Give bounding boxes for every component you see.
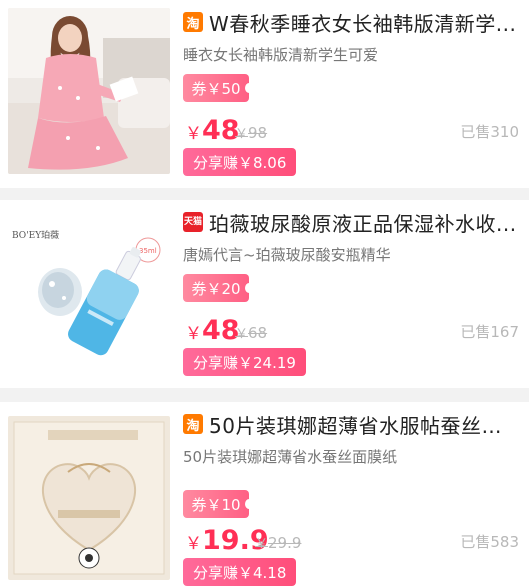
product-info: 天猫 珀薇玻尿酸原液正品保湿补水收... 唐嫣代言~珀薇玻尿酸安瓶精华 券￥20… <box>183 208 519 388</box>
price-value: 48 <box>202 115 240 146</box>
tmall-shop-icon: 天猫 <box>183 212 203 232</box>
current-price: ￥48 <box>185 315 240 346</box>
title-row: 淘 W春秋季睡衣女长袖韩版清新学... <box>183 8 519 36</box>
coupon-badge[interactable]: 券￥20 <box>183 274 253 302</box>
share-earn-button[interactable]: 分享赚￥8.06 <box>183 148 297 176</box>
title-row: 淘 50片装琪娜超薄省水服帖蚕丝面... <box>183 410 519 438</box>
original-currency: ￥ <box>235 327 249 342</box>
product-list: 淘 W春秋季睡衣女长袖韩版清新学... 睡衣女长袖韩版清新学生可爱 券￥50 ￥… <box>0 0 529 586</box>
original-currency: ￥ <box>255 537 269 552</box>
taobao-shop-icon: 淘 <box>183 12 203 32</box>
volume-badge-text: 35ml <box>139 247 157 255</box>
product-info: 淘 50片装琪娜超薄省水服帖蚕丝面... 50片装琪娜超薄省水蚕丝面膜纸 券￥1… <box>183 410 519 586</box>
title-row: 天猫 珀薇玻尿酸原液正品保湿补水收... <box>183 208 519 236</box>
price-currency: ￥ <box>185 324 202 344</box>
price-row: ￥48 ￥98 已售310 <box>183 112 519 148</box>
product-card[interactable]: 淘 W春秋季睡衣女长袖韩版清新学... 睡衣女长袖韩版清新学生可爱 券￥50 ￥… <box>0 0 529 188</box>
product-subtitle: 唐嫣代言~珀薇玻尿酸安瓶精华 <box>183 246 391 264</box>
sold-count: 已售583 <box>460 533 519 551</box>
product-title[interactable]: 50片装琪娜超薄省水服帖蚕丝面... <box>209 410 519 439</box>
current-price: ￥48 <box>185 115 240 146</box>
product-subtitle: 50片装琪娜超薄省水蚕丝面膜纸 <box>183 448 398 466</box>
original-currency: ￥ <box>235 127 249 142</box>
original-value: 68 <box>248 324 268 342</box>
original-value: 98 <box>248 124 268 142</box>
price-currency: ￥ <box>185 534 202 554</box>
taobao-shop-icon: 淘 <box>183 414 203 434</box>
original-price: ￥68 <box>235 323 267 342</box>
product-image-serum[interactable]: BO'EY珀薇 35ml <box>8 208 170 374</box>
product-image-pajamas[interactable] <box>8 8 170 174</box>
product-subtitle: 睡衣女长袖韩版清新学生可爱 <box>183 46 379 64</box>
product-info: 淘 W春秋季睡衣女长袖韩版清新学... 睡衣女长袖韩版清新学生可爱 券￥50 ￥… <box>183 8 519 188</box>
coupon-badge[interactable]: 券￥50 <box>183 74 253 102</box>
product-title[interactable]: W春秋季睡衣女长袖韩版清新学... <box>209 8 516 37</box>
product-card[interactable]: 淘 50片装琪娜超薄省水服帖蚕丝面... 50片装琪娜超薄省水蚕丝面膜纸 券￥1… <box>0 402 529 586</box>
original-price: ￥98 <box>235 123 267 142</box>
price-value: 48 <box>202 315 240 346</box>
price-row: ￥48 ￥68 已售167 <box>183 312 519 348</box>
product-image-face-mask[interactable] <box>8 416 170 580</box>
sold-count: 已售310 <box>460 123 519 141</box>
product-card[interactable]: BO'EY珀薇 35ml 天猫 珀薇玻尿酸原液正品保湿补水收... 唐嫣代言~珀… <box>0 200 529 388</box>
coupon-badge[interactable]: 券￥10 <box>183 490 253 518</box>
original-price: ￥29.9 <box>255 533 301 552</box>
price-currency: ￥ <box>185 124 202 144</box>
original-value: 29.9 <box>268 534 302 552</box>
price-row: ￥19.9 ￥29.9 已售583 <box>183 522 519 558</box>
share-earn-button[interactable]: 分享赚￥4.18 <box>183 558 297 586</box>
sold-count: 已售167 <box>460 323 519 341</box>
share-earn-button[interactable]: 分享赚￥24.19 <box>183 348 306 376</box>
product-title[interactable]: 珀薇玻尿酸原液正品保湿补水收... <box>209 208 517 237</box>
brand-logo: BO'EY珀薇 <box>12 229 59 241</box>
